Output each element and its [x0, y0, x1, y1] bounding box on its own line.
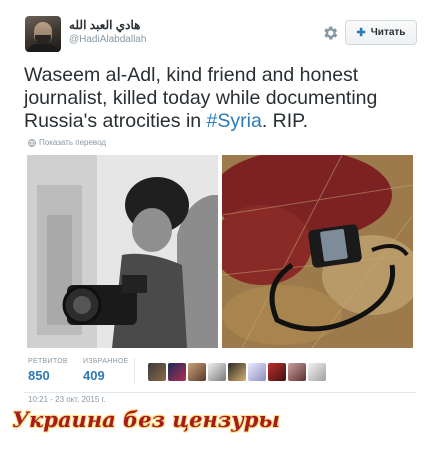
- media-grid: [27, 155, 413, 348]
- liker-avatar[interactable]: [228, 363, 246, 381]
- tweet-card: هادي العبد الله @HadiAlabdallah ✚ Читать…: [0, 0, 440, 450]
- liker-avatar[interactable]: [188, 363, 206, 381]
- translate-link[interactable]: Показать перевод: [28, 138, 106, 147]
- tweet-timestamp[interactable]: 10:21 - 23 окт. 2015 г.: [28, 395, 106, 404]
- divider: [24, 392, 416, 393]
- translate-label: Показать перевод: [39, 138, 107, 147]
- likers-avatars: [148, 363, 328, 381]
- photo-camera-in-blood[interactable]: [222, 155, 413, 348]
- globe-icon: [28, 138, 36, 147]
- likes-label: ИЗБРАННОЕ: [83, 358, 129, 365]
- liker-avatar[interactable]: [288, 363, 306, 381]
- display-name[interactable]: هادي العبد الله: [69, 18, 140, 32]
- photo2-drawing: [222, 155, 413, 348]
- liker-avatar[interactable]: [148, 363, 166, 381]
- tweet-text-after: . RIP.: [261, 110, 309, 132]
- likes-count: 409: [83, 368, 105, 383]
- hashtag-link[interactable]: #Syria: [207, 110, 262, 132]
- stats-divider: [134, 358, 135, 384]
- retweets-stat[interactable]: РЕТВИТОВ 850: [28, 358, 68, 383]
- tweet-text-before: Waseem al-Adl, kind friend and honest jo…: [24, 64, 378, 132]
- follow-button[interactable]: ✚ Читать: [345, 20, 417, 45]
- liker-avatar[interactable]: [208, 363, 226, 381]
- retweets-label: РЕТВИТОВ: [28, 358, 68, 365]
- retweets-count: 850: [28, 368, 50, 383]
- avatar[interactable]: [25, 16, 61, 52]
- avatar-shoulders: [27, 44, 59, 52]
- likes-stat[interactable]: ИЗБРАННОЕ 409: [83, 358, 129, 383]
- liker-avatar[interactable]: [308, 363, 326, 381]
- follow-button-label: Читать: [370, 27, 406, 38]
- liker-avatar[interactable]: [268, 363, 286, 381]
- tweet-stats: РЕТВИТОВ 850 ИЗБРАННОЕ 409: [28, 358, 408, 388]
- add-user-icon: ✚: [356, 27, 366, 39]
- liker-avatar[interactable]: [168, 363, 186, 381]
- tweet-header: هادي العبد الله @HadiAlabdallah ✚ Читать: [25, 16, 420, 56]
- tweet-text: Waseem al-Adl, kind friend and honest jo…: [24, 64, 424, 133]
- photo-man-with-camera[interactable]: [27, 155, 218, 348]
- liker-avatar[interactable]: [248, 363, 266, 381]
- watermark-text: Украина без цензуры: [12, 407, 280, 432]
- gear-icon[interactable]: [321, 24, 339, 42]
- photo1-drawing: [27, 155, 218, 348]
- screen-name[interactable]: @HadiAlabdallah: [69, 34, 146, 45]
